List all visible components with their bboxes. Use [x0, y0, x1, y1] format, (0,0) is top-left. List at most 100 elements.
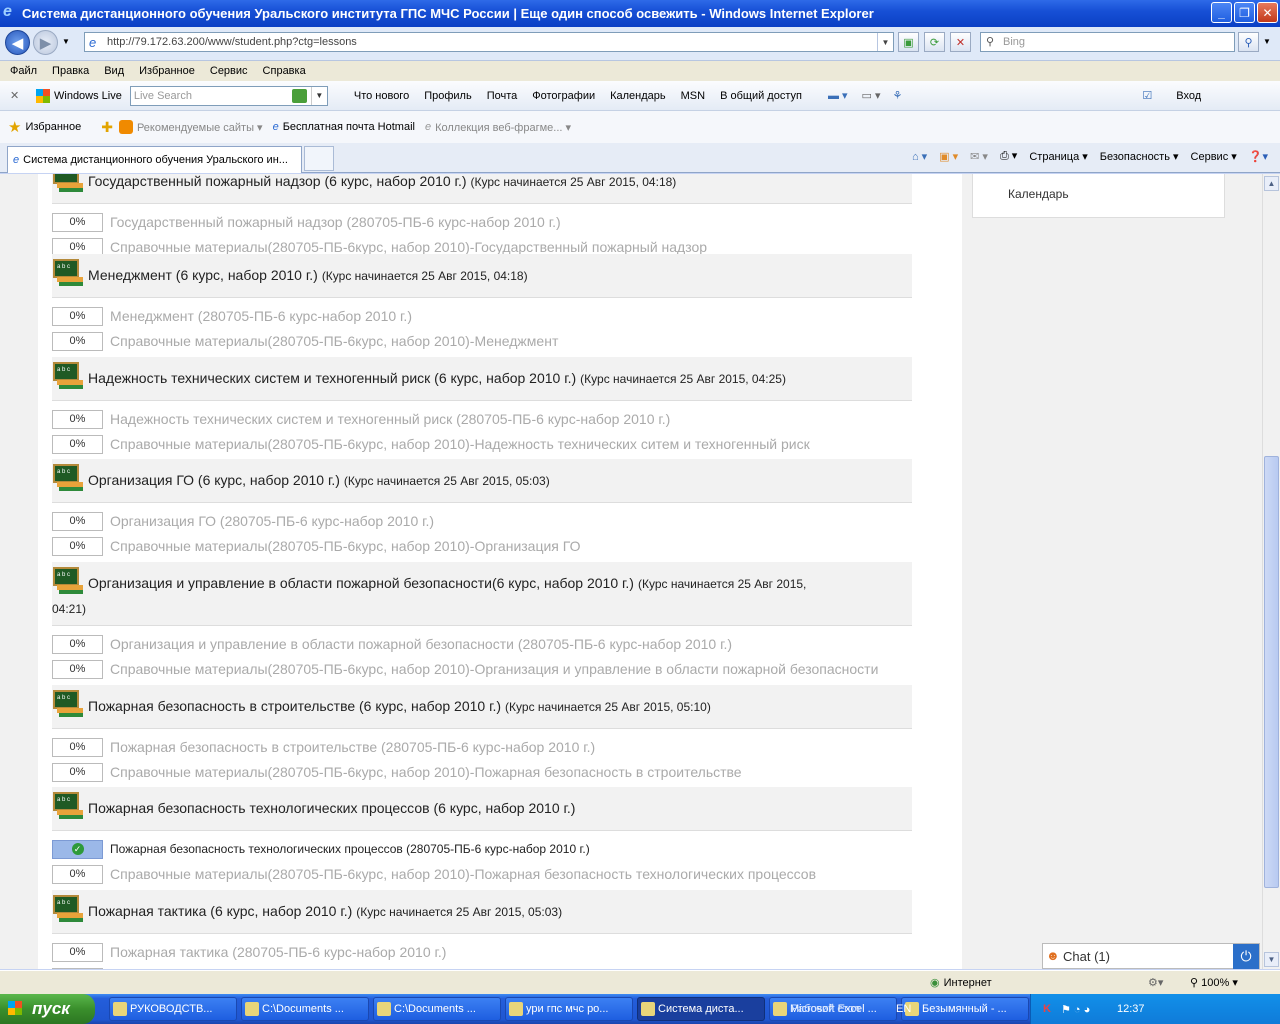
webslice-gallery-link[interactable]: Коллекция веб-фрагме... ▾ [435, 121, 571, 134]
close-button[interactable]: ✕ [1257, 2, 1278, 23]
lesson-link[interactable]: Надежность технических систем и техноген… [110, 411, 670, 427]
course-title[interactable]: Надежность технических систем и техноген… [88, 370, 576, 386]
recent-pages-dropdown[interactable]: ▼ [62, 37, 70, 46]
refresh-icon[interactable]: ⟳ [924, 32, 945, 52]
wl-link-mail[interactable]: Почта [487, 90, 518, 102]
lesson-link[interactable]: Пожарная безопасность в строительстве (2… [110, 739, 595, 755]
lesson-row: 0% Справочные материалы(280705-ПБ-6курс, … [52, 433, 810, 455]
new-tab-button[interactable] [304, 146, 334, 171]
scroll-thumb[interactable] [1264, 456, 1279, 888]
taskbar-button[interactable]: РУКОВОДСТВ... [109, 997, 237, 1021]
taskbar-button[interactable]: C:\Documents ... [241, 997, 369, 1021]
mail-icon[interactable]: ✉ ▾ [970, 150, 988, 163]
start-button[interactable]: пуск [0, 994, 95, 1024]
windows-live-brand[interactable]: Windows Live [36, 88, 122, 103]
taskbar-button[interactable]: ури гпс мчс ро... [505, 997, 633, 1021]
spaces-icon[interactable]: ▭ ▾ [862, 89, 881, 102]
wl-link-msn[interactable]: MSN [681, 90, 705, 102]
lesson-link[interactable]: Организация и управление в области пожар… [110, 636, 732, 652]
svg-text:a b c: a b c [57, 572, 70, 578]
messenger-icon[interactable]: ▬ ▾ [828, 89, 848, 102]
lesson-link[interactable]: Справочные материалы(280705-ПБ-6курс, на… [110, 764, 742, 780]
kaspersky-icon[interactable]: K [1043, 1003, 1051, 1015]
lesson-link[interactable]: Менеджмент (280705-ПБ-6 курс-набор 2010 … [110, 308, 412, 324]
home-icon[interactable]: ⌂ ▾ [912, 150, 927, 163]
lesson-link[interactable]: Организация ГО (280705-ПБ-6 курс-набор 2… [110, 513, 434, 529]
live-search-dropdown[interactable]: ▼ [310, 86, 327, 105]
tools-menu[interactable]: Сервис ▾ [1191, 150, 1237, 163]
taskbar-button[interactable]: Безымянный - ... [901, 997, 1029, 1021]
safety-menu[interactable]: Безопасность ▾ [1100, 150, 1179, 163]
forward-button[interactable]: ▶ [33, 30, 58, 55]
favorites-star-icon[interactable]: ★ [8, 118, 21, 136]
stop-icon[interactable]: ✕ [950, 32, 971, 52]
maximize-button[interactable]: ❐ [1234, 2, 1255, 23]
vertical-scrollbar[interactable]: ▲ ▼ [1262, 174, 1280, 969]
chat-widget[interactable]: ☻ Chat (1) ⏻ [1042, 943, 1260, 969]
wl-link-photos[interactable]: Фотографии [532, 90, 595, 102]
address-field[interactable]: e http://79.172.63.200/www/student.php?c… [84, 32, 894, 52]
compat-view-icon[interactable]: ▣ [898, 32, 919, 52]
print-icon[interactable]: ⎙ ▾ [1000, 149, 1017, 163]
signin-link[interactable]: Вход [1176, 90, 1201, 102]
course-title[interactable]: Менеджмент (6 курс, набор 2010 г.) [88, 267, 318, 283]
lesson-link[interactable]: Государственный пожарный надзор (280705-… [110, 214, 561, 230]
course-title[interactable]: Пожарная безопасность технологических пр… [88, 800, 575, 816]
suggested-sites-link[interactable]: Рекомендуемые сайты ▾ [137, 121, 263, 134]
lesson-link[interactable]: Справочные материалы(280705-ПБ-6курс, на… [110, 436, 810, 452]
page-menu[interactable]: Страница ▾ [1029, 150, 1087, 163]
lesson-link[interactable]: Справочные материалы(280705-ПБ-6курс, на… [110, 538, 580, 554]
tab-active[interactable]: e Система дистанционного обучения Уральс… [7, 146, 302, 173]
menu-file[interactable]: Файл [10, 65, 37, 77]
lesson-link[interactable]: Справочные материалы(280705-ПБ-6курс, на… [110, 661, 878, 677]
scroll-up-arrow[interactable]: ▲ [1264, 176, 1279, 191]
taskbar-button[interactable]: C:\Documents ... [373, 997, 501, 1021]
live-search-go-icon[interactable] [291, 88, 307, 103]
share-icon[interactable]: ⚘ [893, 89, 903, 102]
menu-view[interactable]: Вид [104, 65, 124, 77]
lesson-link[interactable]: Справочные материалы(280705-ПБ-6курс, на… [110, 239, 707, 255]
back-button[interactable]: ◀ [5, 30, 30, 55]
wl-link-calendar[interactable]: Календарь [610, 90, 666, 102]
course-header: a b c Пожарная безопасность технологическ… [52, 787, 912, 831]
menu-edit[interactable]: Правка [52, 65, 89, 77]
protected-mode-icon[interactable]: ⚙▾ [1148, 976, 1163, 989]
calendar-block: Календарь [972, 174, 1225, 218]
feeds-icon[interactable]: ▣ ▾ [939, 150, 958, 163]
add-favorite-icon[interactable]: ✚ [101, 119, 113, 136]
power-icon[interactable]: ⏻ [1233, 944, 1259, 969]
help-icon[interactable]: ❓▾ [1249, 150, 1268, 163]
favorites-button[interactable]: Избранное [25, 121, 81, 133]
taskbar-button[interactable]: Система диста... [637, 997, 765, 1021]
lesson-link[interactable]: Пожарная тактика (280705-ПБ-6 курс-набор… [110, 944, 446, 960]
desktop-toolbar[interactable]: Рабочий стол [791, 1003, 860, 1015]
address-dropdown[interactable]: ▼ [877, 33, 893, 51]
scroll-down-arrow[interactable]: ▼ [1264, 952, 1279, 967]
search-go-button[interactable]: ⚲ [1238, 32, 1259, 52]
course-title[interactable]: Государственный пожарный надзор (6 курс,… [88, 174, 467, 189]
lesson-link[interactable]: Пожарная безопасность технологических пр… [110, 842, 590, 856]
course-title[interactable]: Организация и управление в области пожар… [88, 575, 634, 591]
wl-link-profile[interactable]: Профиль [424, 90, 472, 102]
live-search-input[interactable]: Live Search ▼ [129, 85, 328, 106]
tab-title: Система дистанционного обучения Уральско… [23, 154, 288, 166]
lesson-link[interactable]: Справочные материалы(280705-ПБ-6курс, на… [110, 866, 816, 882]
menu-tools[interactable]: Сервис [210, 65, 248, 77]
close-toolbar-icon[interactable]: ✕ [10, 89, 24, 102]
lesson-link[interactable]: Справочные материалы(280705-ПБ-6курс, на… [110, 333, 558, 349]
calendar-link[interactable]: Календарь [1008, 187, 1069, 201]
search-options-dropdown[interactable]: ▼ [1263, 37, 1271, 46]
tray-icons[interactable]: ⚑ ◔ ◕ [1061, 1003, 1090, 1016]
search-input[interactable]: ⚲ Bing [980, 32, 1235, 52]
zoom-control[interactable]: ⚲ 100% ▾ [1190, 976, 1238, 989]
course-title[interactable]: Пожарная безопасность в строительстве (6… [88, 698, 501, 714]
menu-help[interactable]: Справка [263, 65, 306, 77]
language-indicator[interactable]: EN [896, 1003, 911, 1015]
minimize-button[interactable]: _ [1211, 2, 1232, 23]
menu-favorites[interactable]: Избранное [139, 65, 195, 77]
wl-link-whats-new[interactable]: Что нового [354, 90, 409, 102]
course-title[interactable]: Пожарная тактика (6 курс, набор 2010 г.) [88, 903, 352, 919]
course-title[interactable]: Организация ГО (6 курс, набор 2010 г.) [88, 472, 340, 488]
wl-link-share[interactable]: В общий доступ [720, 90, 802, 102]
hotmail-link[interactable]: Бесплатная почта Hotmail [283, 121, 415, 133]
